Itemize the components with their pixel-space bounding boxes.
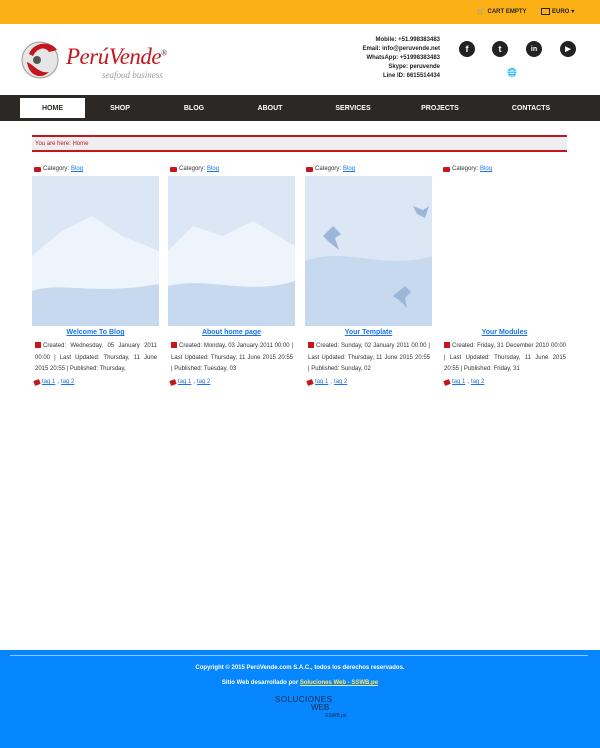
folder-icon <box>306 166 313 172</box>
post-meta: Created: Wednesday, 05 January 2011 00:0… <box>35 342 157 372</box>
post-tags: tag 1, tag 2 <box>169 378 210 386</box>
main-nav: HOME SHOP BLOG ABOUT SERVICES PROJECTS C… <box>0 95 600 121</box>
tag-icon <box>169 378 177 386</box>
tag-link[interactable]: tag 1 <box>315 379 328 385</box>
tag-link[interactable]: tag 2 <box>197 379 210 385</box>
currency-label: EURO <box>552 8 570 15</box>
folder-icon <box>34 166 41 172</box>
tag-icon <box>306 378 314 386</box>
contact-email: Email: info@peruvende.net <box>362 46 440 52</box>
post-image[interactable] <box>32 176 159 326</box>
tag-link[interactable]: tag 2 <box>471 379 484 385</box>
post-title[interactable]: Your Template <box>305 329 432 336</box>
tag-link[interactable]: tag 2 <box>334 379 347 385</box>
footer-divider <box>10 655 588 656</box>
nav-services[interactable]: SERVICES <box>325 95 381 121</box>
calendar-icon <box>35 342 41 348</box>
nav-projects[interactable]: PROJECTS <box>412 95 468 121</box>
post-category: Category: Blog <box>34 166 83 172</box>
nav-about[interactable]: ABOUT <box>245 95 295 121</box>
breadcrumb: You are here: Home <box>32 135 567 152</box>
post-category: Category: Blog <box>306 166 355 172</box>
category-link[interactable]: Blog <box>207 166 219 172</box>
post-meta: Created: Friday, 31 December 2010 00:00 … <box>444 342 566 372</box>
top-bar: 🛒 CART EMPTY EURO ▾ <box>0 0 600 24</box>
category-link[interactable]: Blog <box>343 166 355 172</box>
chevron-down-icon: ▾ <box>571 9 575 15</box>
facebook-icon[interactable]: f <box>459 41 475 57</box>
linkedin-icon[interactable]: in <box>526 41 542 57</box>
nav-contacts[interactable]: CONTACTS <box>500 95 562 121</box>
tag-link[interactable]: tag 1 <box>178 379 191 385</box>
post-title[interactable]: Welcome To Blog <box>32 329 159 336</box>
post-category: Category: Blog <box>170 166 219 172</box>
money-icon <box>541 8 550 15</box>
tag-icon <box>33 378 41 386</box>
post-meta: Created: Sunday, 02 January 2011 00:00 |… <box>308 342 430 372</box>
contact-line: Line ID: 6615514434 <box>382 73 440 79</box>
cart-label: CART EMPTY <box>487 8 527 15</box>
nav-blog[interactable]: BLOG <box>170 95 218 121</box>
tag-link[interactable]: tag 1 <box>452 379 465 385</box>
nav-shop[interactable]: SHOP <box>95 95 145 121</box>
footer-copyright: Copyright © 2015 PerúVende.com S.A.C., t… <box>195 665 405 671</box>
post-tags: tag 1, tag 2 <box>33 378 74 386</box>
contact-mobile: Mobile: +51.998383483 <box>375 37 440 43</box>
tag-link[interactable]: tag 1 <box>42 379 55 385</box>
contact-skype: Skype: peruvende <box>388 64 440 70</box>
brand-name: PerúVende® <box>66 44 167 69</box>
category-link[interactable]: Blog <box>480 166 492 172</box>
contact-info: Mobile: +51.998383483 Email: info@peruve… <box>362 36 440 81</box>
category-link[interactable]: Blog <box>71 166 83 172</box>
post-image-placeholder <box>441 176 568 326</box>
calendar-icon <box>171 342 177 348</box>
developer-logo[interactable]: SOLUCIONES WEB SSWB.pe <box>275 696 347 722</box>
post-image[interactable] <box>305 176 432 326</box>
developer-link[interactable]: Soluciones Web - SSWB.pe <box>300 680 378 686</box>
youtube-icon[interactable]: ▶ <box>560 41 576 57</box>
footer-developer: Sitio Web desarrollado por Soluciones We… <box>221 680 379 686</box>
globe-icon[interactable]: 🌐 <box>507 68 517 77</box>
folder-icon <box>170 166 177 172</box>
currency-selector[interactable]: EURO ▾ <box>541 8 574 15</box>
folder-icon <box>443 166 450 172</box>
brand-tagline: seafood business <box>102 70 163 80</box>
contact-whatsapp: WhatsApp: +51998383483 <box>366 55 440 61</box>
post-image[interactable] <box>168 176 295 326</box>
tag-link[interactable]: tag 2 <box>61 379 74 385</box>
tag-icon <box>443 378 451 386</box>
cart-icon: 🛒 <box>477 9 485 15</box>
calendar-icon <box>308 342 314 348</box>
post-category: Category: Blog <box>443 166 492 172</box>
tumblr-icon[interactable]: t <box>492 41 508 57</box>
calendar-icon <box>444 342 450 348</box>
nav-home[interactable]: HOME <box>20 98 85 118</box>
post-title[interactable]: Your Modules <box>441 329 568 336</box>
cart-button[interactable]: 🛒 CART EMPTY <box>477 8 527 16</box>
post-meta: Created: Monday, 03 January 2011 00:00 |… <box>171 342 293 372</box>
post-tags: tag 1, tag 2 <box>306 378 347 386</box>
post-title[interactable]: About home page <box>168 329 295 336</box>
post-tags: tag 1, tag 2 <box>443 378 484 386</box>
